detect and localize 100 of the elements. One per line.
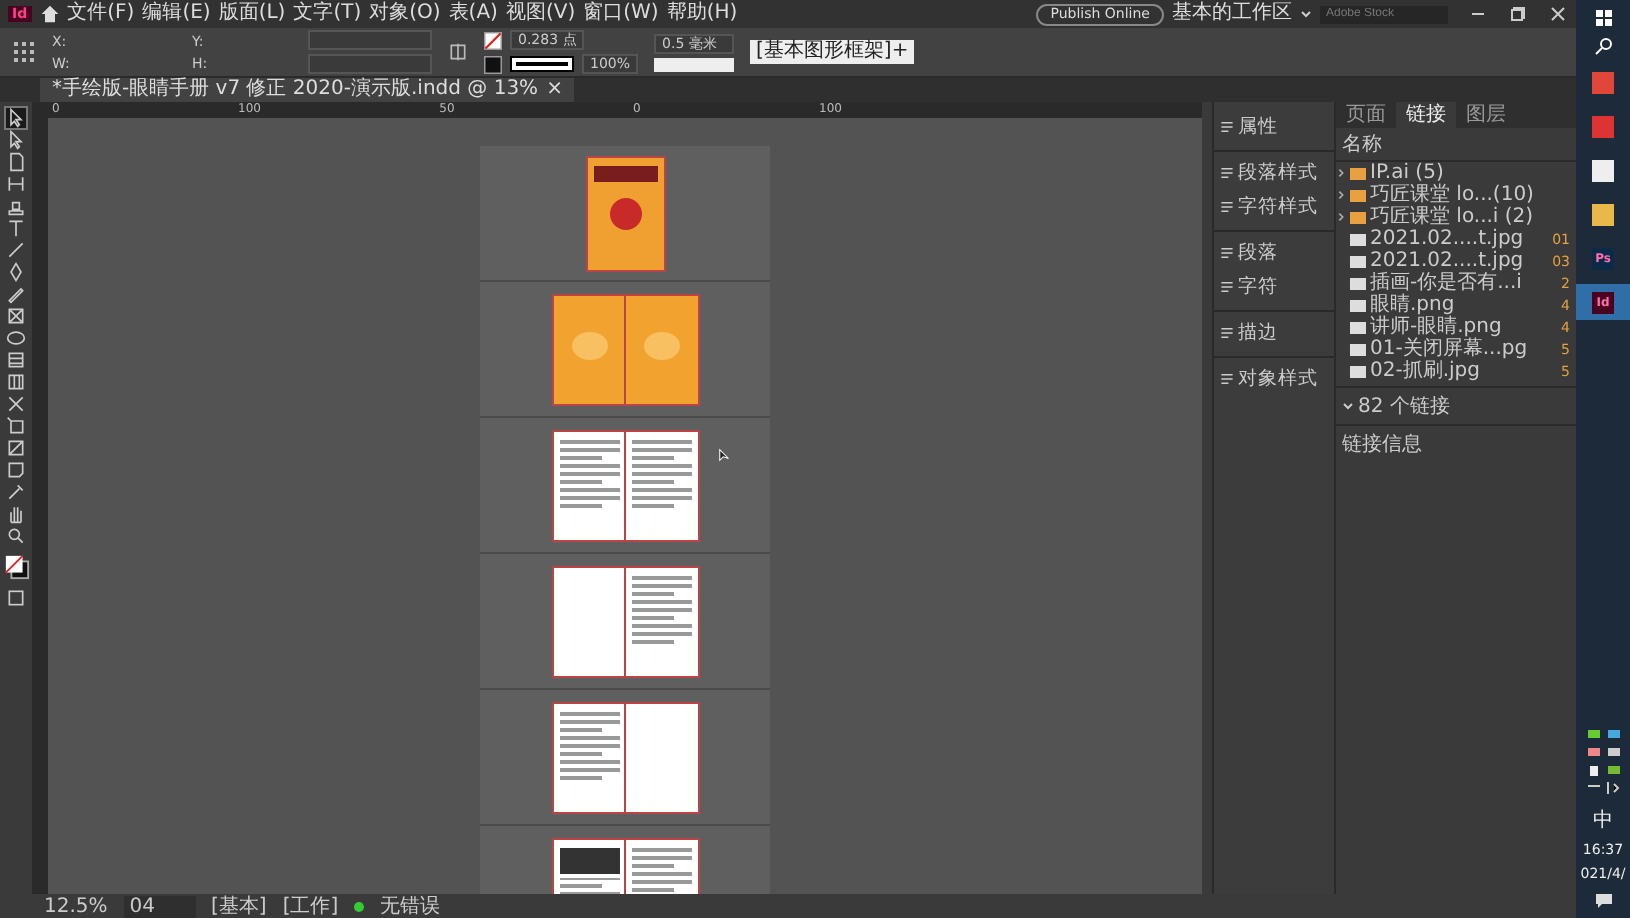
master-label: [基本] (211, 893, 267, 918)
link-name[interactable]: 2021.02....t.jpg (1370, 228, 1549, 250)
menu-item[interactable]: 对象(O) (369, 2, 441, 26)
menu-item[interactable]: 文件(F) (67, 2, 135, 26)
panel-icon (1220, 372, 1234, 386)
link-name[interactable]: 插画-你是否有...i (1370, 272, 1558, 294)
menu-item[interactable]: 文字(T) (293, 2, 362, 26)
restore-icon[interactable] (1508, 4, 1528, 24)
select-tool-icon[interactable] (6, 108, 26, 128)
zoom-tool-icon[interactable] (6, 526, 26, 546)
panel-icon (1220, 280, 1234, 294)
document-tab-title[interactable]: *手绘版-眼睛手册 v7 修正 2020-演示版.indd @ 13% (52, 78, 539, 100)
tab-close-button[interactable]: × (546, 78, 563, 100)
stroke-type-field[interactable] (510, 56, 574, 72)
zoom-level[interactable]: 12.5% (44, 895, 108, 917)
link-name[interactable]: 讲师-眼睛.png (1370, 316, 1558, 338)
panel-button[interactable]: 字符样式 (1214, 190, 1334, 224)
page-field[interactable]: 04 (123, 895, 196, 917)
pen-tool-icon[interactable] (6, 262, 26, 282)
note-tool-icon[interactable] (6, 460, 26, 480)
link-name[interactable]: 01-关闭屏幕...pg (1370, 338, 1558, 360)
content-tool-icon[interactable] (6, 196, 26, 216)
input-method-indicator[interactable]: 中 (1593, 806, 1613, 834)
close-icon[interactable] (1548, 4, 1568, 24)
status-dot-icon (354, 901, 365, 911)
gradient-tool-icon[interactable] (6, 438, 26, 458)
workspace-switcher[interactable]: 基本的工作区 (1172, 2, 1292, 26)
link-name[interactable]: 2021.02....t.jpg (1370, 250, 1549, 272)
rect-tool-icon[interactable] (6, 350, 26, 370)
link-name[interactable]: IP.ai (5) (1370, 162, 1570, 184)
document-page-drawing (625, 295, 697, 403)
flip-icon[interactable] (448, 42, 468, 62)
link-name[interactable]: 巧匠课堂 lo...i (2) (1370, 206, 1570, 228)
menu-item[interactable]: 版面(L) (218, 2, 286, 26)
gap-tool-icon[interactable] (6, 174, 26, 194)
direct-tool-icon[interactable] (6, 130, 26, 150)
panel-tab[interactable]: 图层 (1456, 102, 1516, 128)
link-count: 82 个链接 (1358, 393, 1450, 420)
panel-icon (1220, 120, 1234, 134)
scissors-tool-icon[interactable] (6, 394, 26, 414)
document-page-drawing (553, 295, 625, 403)
frame-tool-icon[interactable] (6, 306, 26, 326)
search-icon[interactable] (1593, 36, 1613, 56)
rotation-field[interactable] (308, 30, 432, 50)
menu-item[interactable]: 编辑(E) (142, 2, 211, 26)
panel-icon (1220, 200, 1234, 214)
page-tool-icon[interactable] (6, 152, 26, 172)
type-tool-icon[interactable] (6, 218, 26, 238)
eyedropper-tool-icon[interactable] (6, 482, 26, 502)
preflight-status[interactable]: 无错误 (380, 892, 441, 918)
document-page-drawing (625, 431, 697, 539)
document-page-drawing (625, 567, 697, 675)
grid-tool-icon[interactable] (6, 372, 26, 392)
panel-label: 对象样式 (1238, 366, 1318, 392)
notification-icon[interactable] (1593, 890, 1613, 910)
panel-icon (1220, 246, 1234, 260)
link-name[interactable]: 眼睛.png (1370, 294, 1558, 316)
menu-item[interactable]: 表(A) (448, 2, 498, 26)
stroke-none-swatch[interactable] (484, 31, 502, 49)
panel-label: 段落 (1238, 240, 1278, 266)
screen-mode-icon[interactable] (6, 588, 26, 608)
panel-label: 描边 (1238, 320, 1278, 346)
document-page-drawing (553, 703, 625, 811)
hand-tool-icon[interactable] (6, 504, 26, 524)
menu-item[interactable]: 帮助(H) (666, 2, 738, 26)
document-page-drawing (553, 567, 625, 675)
ellipse-tool-icon[interactable] (6, 328, 26, 348)
panel-tab[interactable]: 链接 (1396, 102, 1456, 128)
menu-item[interactable]: 窗口(W) (583, 2, 659, 26)
transform-tool-icon[interactable] (6, 416, 26, 436)
pencil-tool-icon[interactable] (6, 284, 26, 304)
link-name[interactable]: 02-抓刷.jpg (1370, 360, 1558, 382)
column-header: 名称 (1342, 134, 1382, 156)
panel-label: 段落样式 (1238, 160, 1318, 186)
panel-label: 字符样式 (1238, 194, 1318, 220)
tray-icons-drawing[interactable] (1583, 726, 1623, 798)
fill-stroke-icon[interactable] (3, 554, 29, 580)
document-page-drawing (587, 157, 663, 269)
cursor-icon (718, 448, 732, 462)
color-field[interactable] (654, 57, 735, 71)
object-style-field[interactable]: [基本图形框架]+ (750, 40, 915, 64)
windows-icon[interactable] (1593, 8, 1613, 28)
link-name[interactable]: 巧匠课堂 lo...(10) (1370, 184, 1570, 206)
document-tab[interactable]: *手绘版-眼睛手册 v7 修正 2020-演示版.indd @ 13% × (40, 78, 575, 102)
caret-icon[interactable] (1300, 8, 1312, 20)
reference-point-icon[interactable] (12, 40, 36, 64)
panel-button[interactable]: 字符 (1214, 270, 1334, 304)
home-icon[interactable] (39, 4, 60, 24)
panel-icon (1220, 326, 1234, 340)
panel-label: 属性 (1238, 114, 1278, 140)
shear-field[interactable] (308, 54, 432, 74)
panel-button[interactable]: 属性 (1214, 110, 1334, 144)
document-page-drawing (625, 703, 697, 811)
fill-swatch[interactable] (484, 55, 502, 73)
mode-label[interactable]: [工作] (282, 892, 339, 918)
menu-item[interactable]: 视图(V) (505, 2, 576, 26)
panel-label: 字符 (1238, 274, 1278, 300)
line-tool-icon[interactable] (6, 240, 26, 260)
panel-icon (1220, 166, 1234, 180)
panel-tab[interactable]: 页面 (1336, 102, 1396, 128)
